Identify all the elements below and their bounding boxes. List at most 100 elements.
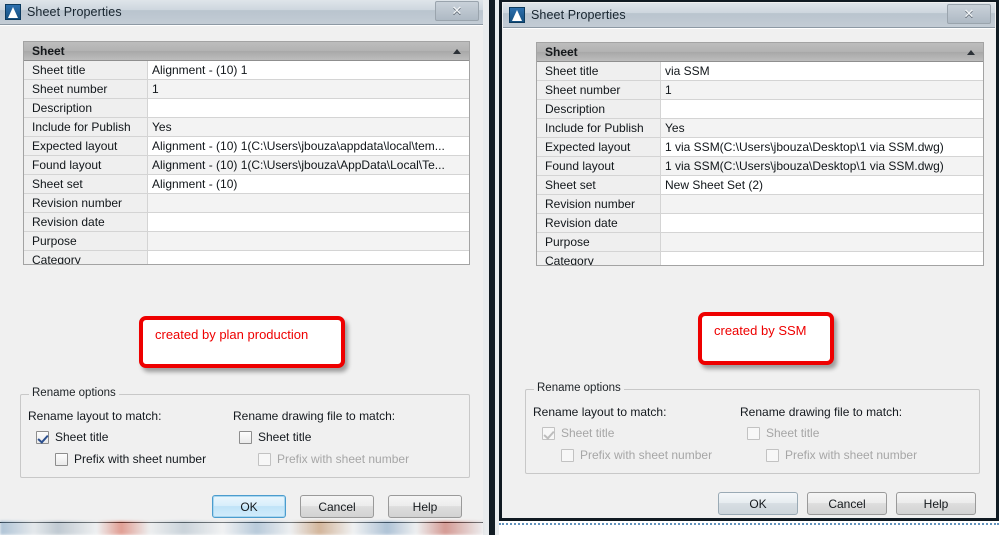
rename-options-group-right: Rename options Rename layout to match: R…: [525, 382, 980, 474]
rename-options-legend-right: Rename options: [534, 382, 624, 394]
property-value[interactable]: via SSM: [661, 62, 983, 80]
cancel-button-left[interactable]: Cancel: [300, 495, 374, 518]
title-bar-right[interactable]: Sheet Properties ✕: [503, 3, 995, 28]
title-bar-left[interactable]: Sheet Properties ✕: [0, 0, 483, 25]
autocad-a-icon: [5, 4, 21, 20]
checkbox-drawing-sheet-title-right: Sheet title: [747, 426, 819, 440]
property-value[interactable]: Alignment - (10) 1: [148, 61, 469, 79]
ok-button-right[interactable]: OK: [718, 492, 798, 515]
property-value[interactable]: Yes: [661, 119, 983, 137]
property-value[interactable]: Alignment - (10): [148, 175, 469, 193]
property-name: Sheet number: [24, 80, 148, 98]
property-value[interactable]: [661, 214, 983, 232]
property-row[interactable]: Purpose: [24, 232, 469, 251]
checkbox-drawing-prefix-left: Prefix with sheet number: [258, 452, 409, 466]
annotation-callout-left: created by plan production: [139, 316, 345, 368]
property-name: Category: [24, 251, 148, 264]
chevron-up-icon[interactable]: [453, 48, 461, 54]
property-value[interactable]: [661, 233, 983, 251]
property-row[interactable]: Include for Publish Yes: [537, 119, 983, 138]
chevron-up-icon[interactable]: [967, 49, 975, 55]
property-value[interactable]: 1 via SSM(C:\Users\jbouza\Desktop\1 via …: [661, 138, 983, 156]
property-row[interactable]: Revision number: [24, 194, 469, 213]
property-name: Found layout: [24, 156, 148, 174]
property-name: Revision number: [537, 195, 661, 213]
property-name: Include for Publish: [24, 118, 148, 136]
property-row[interactable]: Category: [24, 251, 469, 264]
property-value[interactable]: 1: [661, 81, 983, 99]
checkbox-drawing-sheet-title-left[interactable]: Sheet title: [239, 430, 311, 444]
property-row[interactable]: Category: [537, 252, 983, 265]
annotation-callout-right: created by SSM: [698, 312, 834, 365]
property-row[interactable]: Expected layout Alignment - (10) 1(C:\Use…: [24, 137, 469, 156]
property-row[interactable]: Expected layout 1 via SSM(C:\Users\jbouza…: [537, 138, 983, 157]
grid-group-header-label: Sheet: [545, 45, 578, 59]
property-name: Description: [537, 100, 661, 118]
property-row[interactable]: Sheet set Alignment - (10): [24, 175, 469, 194]
checkbox-icon[interactable]: [36, 430, 49, 444]
grid-group-header-left[interactable]: Sheet: [24, 42, 469, 61]
property-name: Purpose: [24, 232, 148, 250]
property-value[interactable]: Alignment - (10) 1(C:\Users\jbouza\appda…: [148, 137, 469, 155]
property-row[interactable]: Revision number: [537, 195, 983, 214]
property-value[interactable]: Yes: [148, 118, 469, 136]
checkbox-icon[interactable]: [239, 430, 252, 444]
property-row[interactable]: Revision date: [24, 213, 469, 232]
grid-group-header-label: Sheet: [32, 44, 65, 58]
selection-dotted-border: [499, 523, 999, 525]
checkbox-label: Prefix with sheet number: [580, 448, 713, 462]
checkbox-icon: [258, 452, 271, 466]
property-row[interactable]: Include for Publish Yes: [24, 118, 469, 137]
checkbox-label: Prefix with sheet number: [74, 452, 207, 466]
help-button-left[interactable]: Help: [388, 495, 462, 518]
checkbox-label: Prefix with sheet number: [277, 452, 410, 466]
property-value[interactable]: [661, 195, 983, 213]
checkbox-drawing-prefix-right: Prefix with sheet number: [766, 448, 917, 462]
property-value[interactable]: New Sheet Set (2): [661, 176, 983, 194]
property-row[interactable]: Description: [537, 100, 983, 119]
close-icon[interactable]: ✕: [947, 4, 991, 24]
property-row[interactable]: Found layout Alignment - (10) 1(C:\Users\…: [24, 156, 469, 175]
property-value[interactable]: [661, 252, 983, 265]
checkbox-icon[interactable]: [55, 452, 68, 466]
property-value[interactable]: [148, 251, 469, 264]
property-value[interactable]: 1 via SSM(C:\Users\jbouza\Desktop\1 via …: [661, 157, 983, 175]
ok-button-left[interactable]: OK: [212, 495, 286, 518]
dialog-body-left: Sheet Sheet title Alignment - (10) 1 Sheet…: [0, 25, 483, 522]
property-row[interactable]: Purpose: [537, 233, 983, 252]
property-row[interactable]: Sheet set New Sheet Set (2): [537, 176, 983, 195]
dialog-body-right: Sheet Sheet title via SSM Sheet number 1 Des…: [503, 28, 995, 517]
property-name: Revision number: [24, 194, 148, 212]
property-value[interactable]: Alignment - (10) 1(C:\Users\jbouza\AppDa…: [148, 156, 469, 174]
checkbox-layout-prefix-right: Prefix with sheet number: [561, 448, 712, 462]
property-value[interactable]: [661, 100, 983, 118]
checkbox-icon: [561, 448, 574, 462]
property-row[interactable]: Revision date: [537, 214, 983, 233]
property-value[interactable]: [148, 194, 469, 212]
property-value[interactable]: [148, 232, 469, 250]
checkbox-layout-prefix-left[interactable]: Prefix with sheet number: [55, 452, 206, 466]
grid-group-header-right[interactable]: Sheet: [537, 43, 983, 62]
cancel-button-right[interactable]: Cancel: [807, 492, 887, 515]
property-row[interactable]: Sheet number 1: [537, 81, 983, 100]
property-row[interactable]: Sheet title Alignment - (10) 1: [24, 61, 469, 80]
property-row[interactable]: Sheet title via SSM: [537, 62, 983, 81]
rename-drawing-label-left: Rename drawing file to match:: [233, 409, 396, 423]
help-button-right[interactable]: Help: [896, 492, 976, 515]
property-row[interactable]: Found layout 1 via SSM(C:\Users\jbouza\De…: [537, 157, 983, 176]
checkbox-icon: [747, 426, 760, 440]
close-icon[interactable]: ✕: [435, 1, 479, 21]
property-row[interactable]: Description: [24, 99, 469, 118]
property-name: Category: [537, 252, 661, 265]
property-value[interactable]: 1: [148, 80, 469, 98]
checkbox-layout-sheet-title-left[interactable]: Sheet title: [36, 430, 108, 444]
window-title-right: Sheet Properties: [531, 8, 626, 22]
property-name: Sheet title: [537, 62, 661, 80]
checkbox-label: Sheet title: [258, 430, 312, 444]
property-value[interactable]: [148, 213, 469, 231]
property-name: Description: [24, 99, 148, 117]
rename-layout-label-left: Rename layout to match:: [28, 409, 162, 423]
property-row[interactable]: Sheet number 1: [24, 80, 469, 99]
property-value[interactable]: [148, 99, 469, 117]
blurred-background-strip: [0, 521, 484, 535]
